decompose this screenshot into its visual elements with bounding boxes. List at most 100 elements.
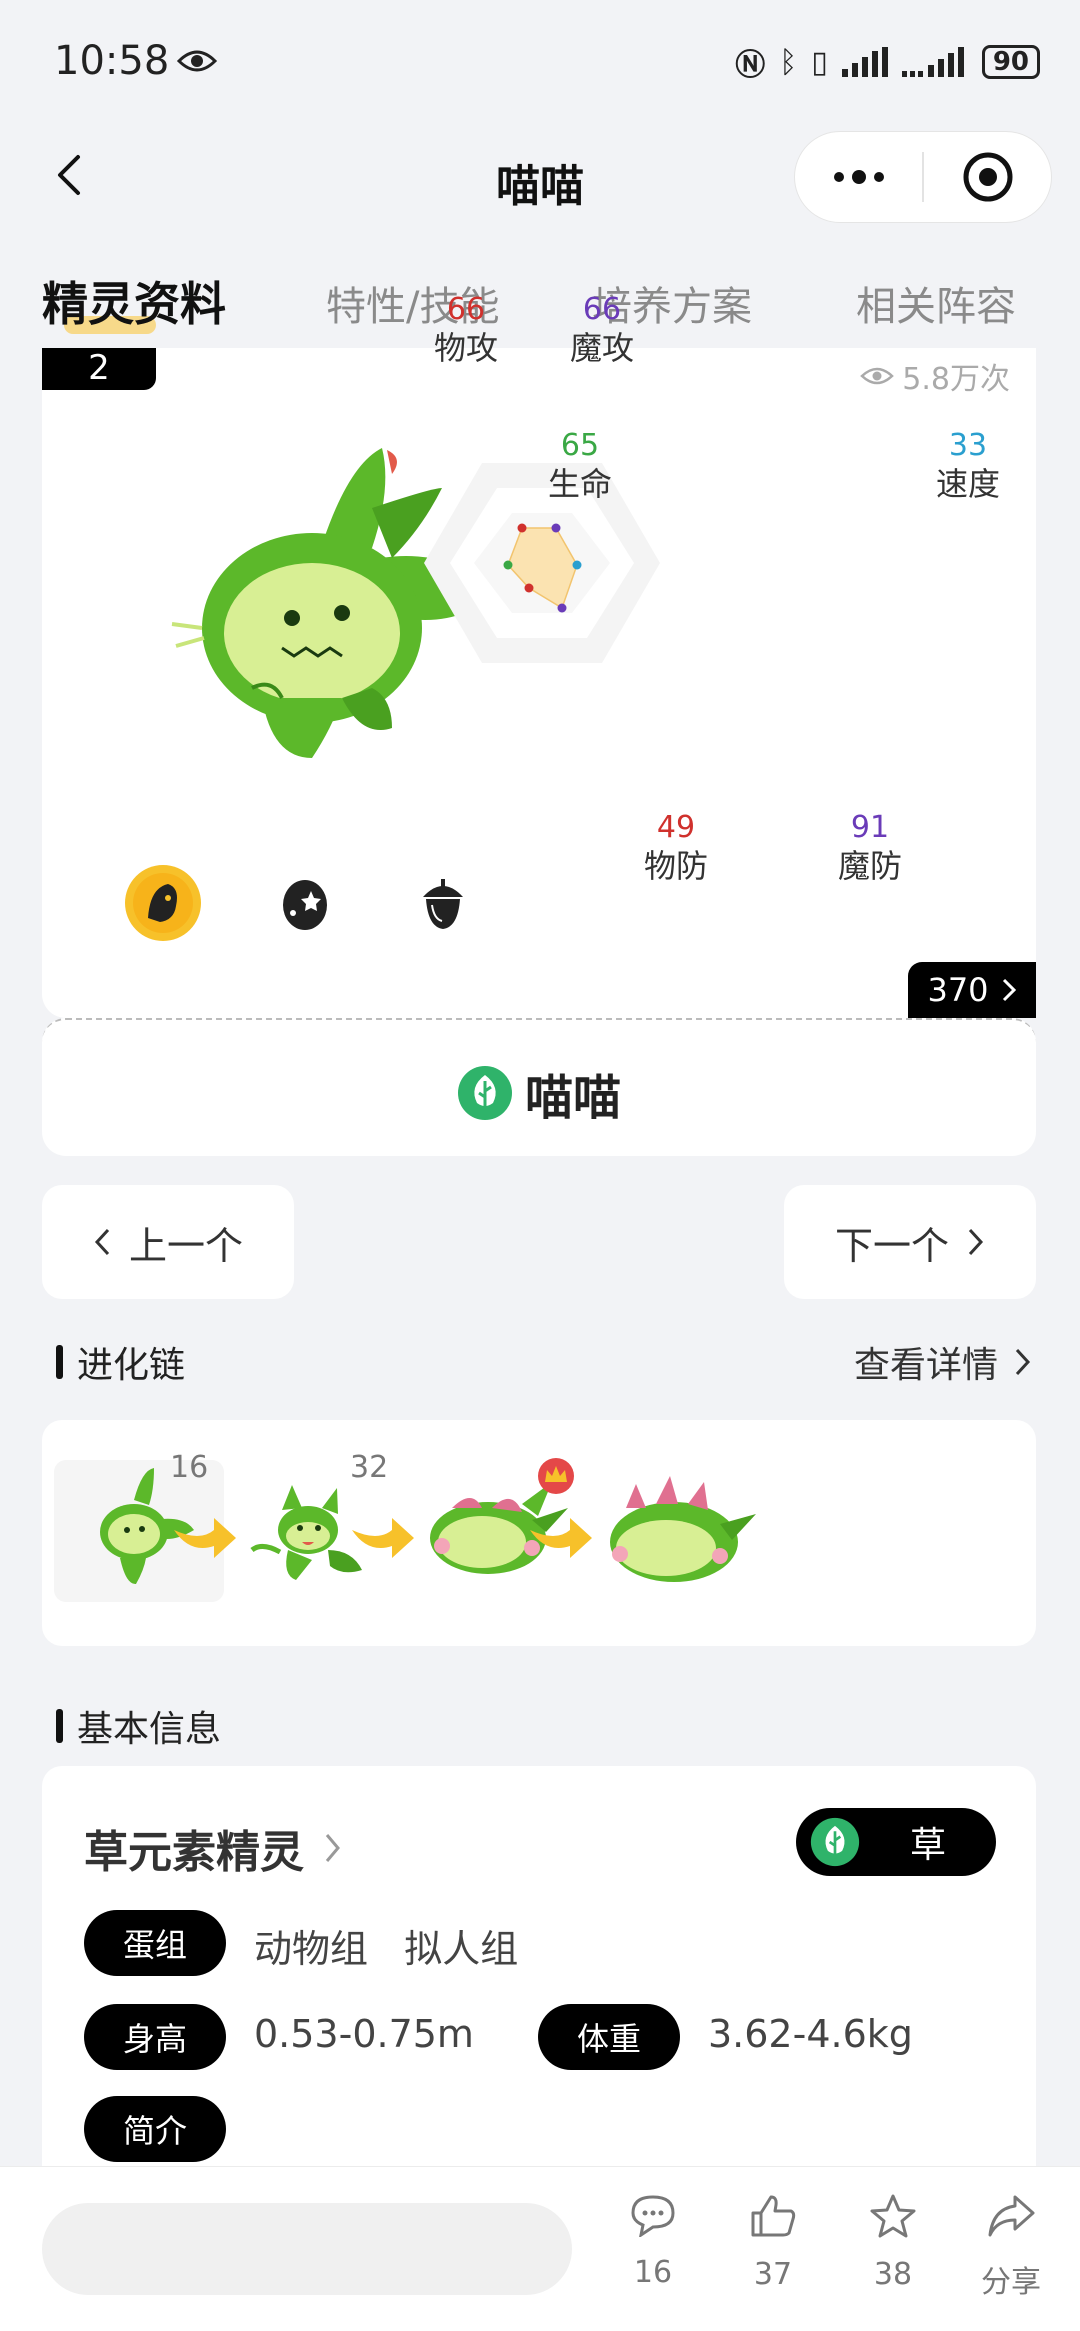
form-normal-button[interactable] <box>118 858 208 948</box>
stat-mag-def-name: 魔防 <box>837 847 902 885</box>
radar-point-mag-def <box>557 603 567 613</box>
share-label: 分享 <box>981 2265 1041 2300</box>
radar-point-phys-def <box>524 583 534 593</box>
target-icon <box>963 152 1012 202</box>
bottom-action-bar: 16 37 38 分享 <box>0 2166 1080 2331</box>
comment-button[interactable]: 16 <box>608 2193 698 2290</box>
bluetooth-icon: ᛒ <box>779 44 798 80</box>
like-count: 37 <box>753 2257 793 2292</box>
total-stats-value: 370 <box>927 971 989 1009</box>
stat-phys-atk-label: 66 物攻 <box>406 292 526 368</box>
tab-lineups[interactable]: 相关阵容 <box>856 274 1016 332</box>
radar-point-hp <box>503 560 513 570</box>
evolution-arrow-icon <box>352 1518 414 1558</box>
type-label: 草 <box>910 1825 947 1866</box>
stat-speed-value: 33 <box>948 428 988 463</box>
evo-level-1: 16 <box>170 1450 209 1485</box>
star-icon <box>870 2194 916 2238</box>
evolution-arrow-icon <box>530 1518 592 1558</box>
next-label: 下一个 <box>834 1223 949 1268</box>
form-acorn-button[interactable] <box>398 858 488 948</box>
thumbs-up-icon <box>751 2195 796 2237</box>
status-bar: 10:58 Ⓝ ᛒ ▯ 90 <box>0 0 1080 125</box>
weight-value: 3.62-4.6kg <box>708 2012 913 2056</box>
basic-info-title: 基本信息 <box>77 1709 222 1750</box>
tab-profile[interactable]: 精灵资料 <box>42 268 226 334</box>
grass-type-icon <box>810 1817 860 1867</box>
intro-tag: 简介 <box>84 2096 226 2162</box>
radar-point-mag-atk <box>551 523 561 533</box>
signal-icon <box>841 47 888 77</box>
element-category-link[interactable]: 草元素精灵 <box>84 1816 342 1880</box>
radar-point-speed <box>572 560 582 570</box>
crown-evolution-icon <box>538 1458 574 1494</box>
stat-speed-name: 速度 <box>935 465 1000 503</box>
total-stats-button[interactable]: 370 <box>908 962 1036 1018</box>
chevron-right-icon <box>968 1228 984 1256</box>
egg-group-value: 动物组 拟人组 <box>254 1927 519 1971</box>
creature-name: 喵喵 <box>524 1070 621 1126</box>
like-button[interactable]: 37 <box>728 2193 818 2292</box>
more-dots-icon <box>833 170 884 184</box>
stat-mag-atk-name: 魔攻 <box>569 329 634 367</box>
battery-indicator: 90 <box>981 45 1040 79</box>
comment-icon <box>631 2195 675 2239</box>
section-bar <box>56 1345 63 1379</box>
share-button[interactable]: 分享 <box>966 2193 1056 2301</box>
height-value: 0.53-0.75m <box>254 2012 474 2056</box>
close-program-button[interactable] <box>924 132 1051 222</box>
stat-hp-label: 65 生命 <box>520 428 640 504</box>
basic-info-section-title: 基本信息 <box>56 1700 221 1752</box>
view-count: 5.8万次 <box>860 354 1010 398</box>
stat-mag-def-value: 91 <box>850 810 890 845</box>
form-shiny-button[interactable] <box>260 858 350 948</box>
comment-count: 16 <box>633 2255 673 2290</box>
favorite-button[interactable]: 38 <box>848 2193 938 2292</box>
stat-phys-atk-name: 物攻 <box>433 329 498 367</box>
chevron-right-icon <box>325 1834 340 1862</box>
type-badge[interactable]: 草 <box>796 1808 996 1876</box>
stat-mag-def-label: 91 魔防 <box>810 810 930 886</box>
view-count-text: 5.8万次 <box>902 362 1010 397</box>
evolution-stage-4[interactable] <box>590 1464 760 1594</box>
see-details-label: 查看详情 <box>853 1345 998 1386</box>
chevron-right-icon <box>1002 978 1016 1002</box>
evolution-title: 进化链 <box>77 1345 186 1386</box>
egg-group-tag: 蛋组 <box>84 1910 226 1976</box>
weight-tag: 体重 <box>538 2004 680 2070</box>
basic-info-card: 草元素精灵 草 蛋组 动物组 拟人组 身高 0.53-0.75m 体重 3.62… <box>42 1766 1036 2166</box>
eye-icon <box>860 367 895 385</box>
stat-speed-label: 33 速度 <box>908 428 1028 504</box>
acorn-icon <box>423 879 463 929</box>
tab-bar: 精灵资料 特性/技能 培养方案 相关阵容 <box>0 258 1080 348</box>
chevron-left-icon <box>94 1228 110 1256</box>
stat-mag-atk-value: 66 <box>582 292 622 327</box>
mini-program-capsule <box>794 131 1052 223</box>
see-details-link[interactable]: 查看详情 <box>854 1336 1032 1388</box>
next-button[interactable]: 下一个 <box>784 1185 1036 1299</box>
name-card: 喵喵 <box>42 1018 1036 1156</box>
nfc-icon: Ⓝ <box>735 48 766 83</box>
evolution-chain: 16 32 <box>42 1420 1036 1646</box>
evo-level-2: 32 <box>350 1450 389 1485</box>
nav-bar: 喵喵 <box>0 125 1080 235</box>
more-button[interactable] <box>795 132 922 222</box>
radar-point-phys-atk <box>517 523 527 533</box>
favorite-count: 38 <box>873 2257 913 2292</box>
section-bar <box>56 1709 63 1743</box>
prev-label: 上一个 <box>128 1223 243 1268</box>
evolution-arrow-icon <box>174 1518 236 1558</box>
comment-input[interactable] <box>42 2203 572 2295</box>
height-tag: 身高 <box>84 2004 226 2070</box>
element-category: 草元素精灵 <box>84 1827 304 1878</box>
stat-phys-def-label: 49 物防 <box>616 810 736 886</box>
creature-silhouette-icon <box>125 865 201 941</box>
chevron-right-icon <box>1015 1348 1031 1376</box>
clock-text: 10:58 <box>54 38 170 84</box>
stat-mag-atk-label: 66 魔攻 <box>542 292 662 368</box>
evolution-section-title: 进化链 <box>56 1336 185 1388</box>
prev-button[interactable]: 上一个 <box>42 1185 294 1299</box>
dex-number-badge: 2 <box>42 348 156 390</box>
stat-phys-atk-value: 66 <box>446 292 486 327</box>
stat-hp-value: 65 <box>560 428 600 463</box>
